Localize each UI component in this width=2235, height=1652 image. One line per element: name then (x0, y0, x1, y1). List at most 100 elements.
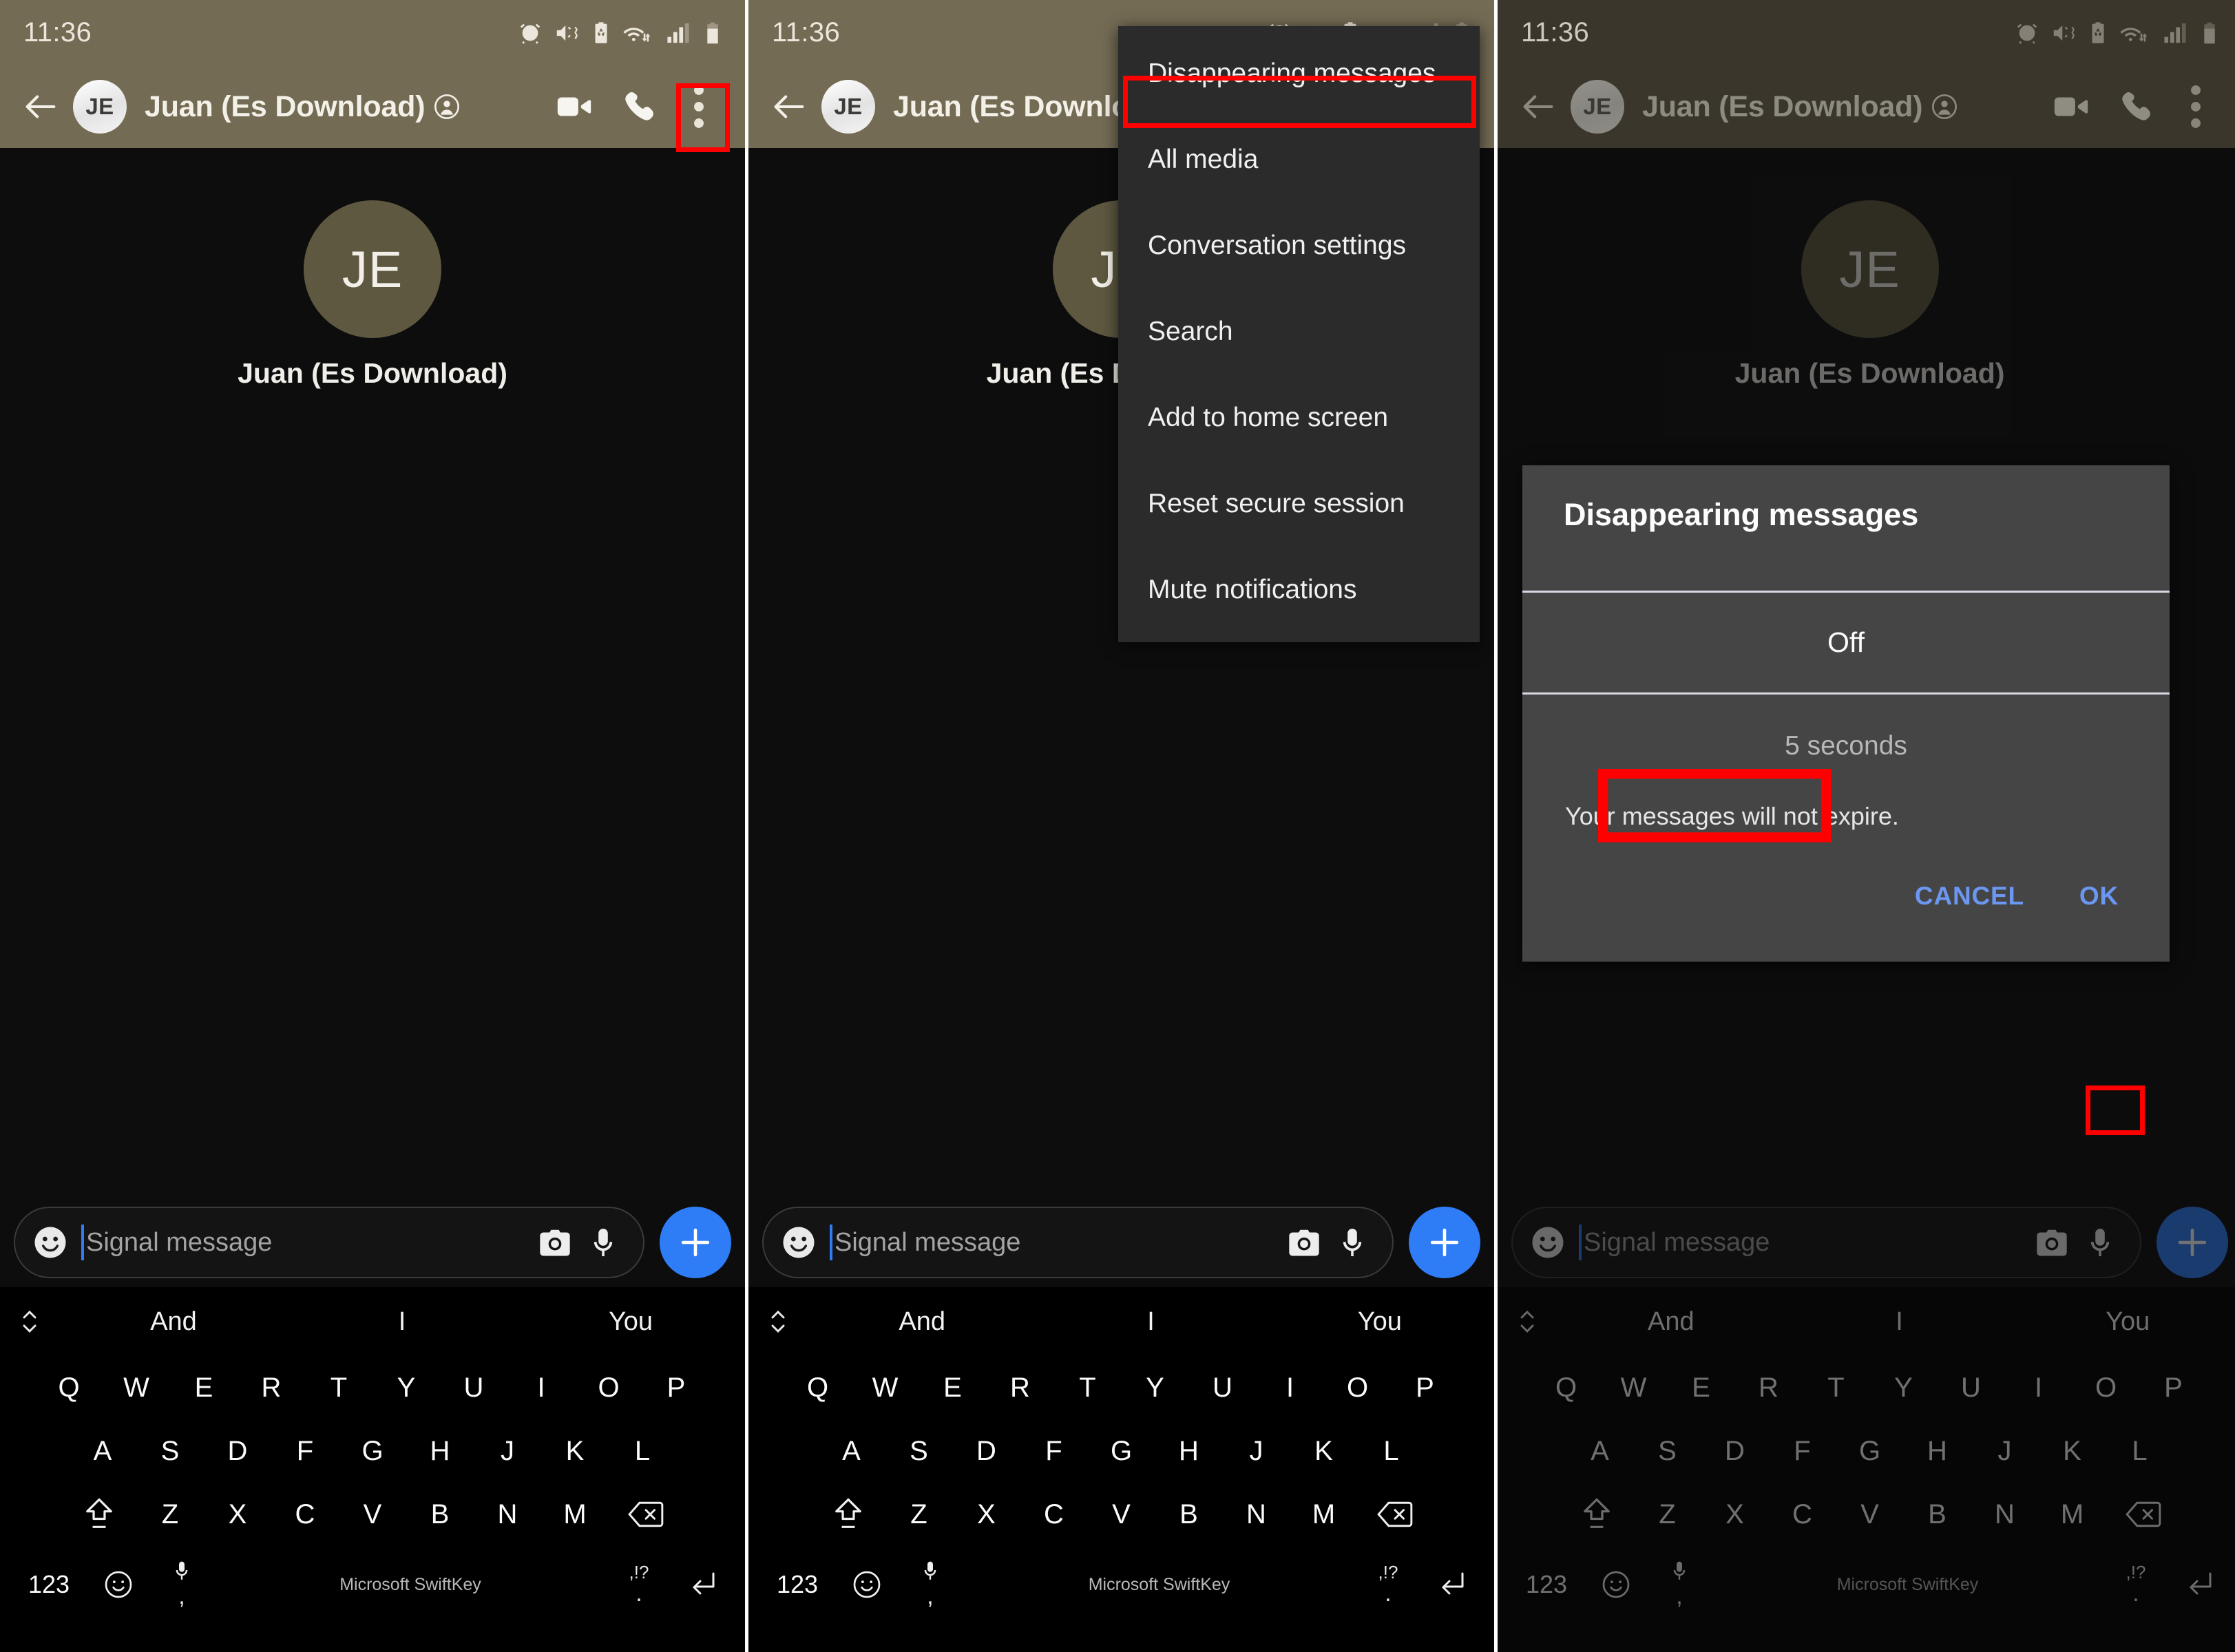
key-y[interactable]: Y (1122, 1373, 1189, 1404)
overflow-menu-icon[interactable] (673, 74, 724, 140)
voice-call-icon[interactable] (2104, 74, 2170, 140)
shift-icon[interactable] (811, 1495, 885, 1534)
suggestion-2[interactable]: You (1266, 1307, 1494, 1337)
key-b[interactable]: B (1155, 1499, 1223, 1530)
camera-icon[interactable] (1283, 1222, 1325, 1263)
key-k[interactable]: K (541, 1436, 609, 1467)
key-e[interactable]: E (170, 1373, 238, 1404)
page-title[interactable]: Juan (Es Download) (1642, 90, 1923, 124)
voice-call-icon[interactable] (607, 74, 673, 140)
key-o[interactable]: O (2073, 1373, 2140, 1404)
emoji-icon[interactable] (30, 1222, 70, 1262)
key-w[interactable]: W (852, 1373, 919, 1404)
punctuation-key[interactable]: ,!? . (607, 1563, 671, 1607)
key-d[interactable]: D (204, 1436, 271, 1467)
key-r[interactable]: R (987, 1373, 1054, 1404)
key-x[interactable]: X (1701, 1499, 1769, 1530)
suggestion-0[interactable]: And (1557, 1307, 1785, 1337)
key-p[interactable]: P (642, 1373, 710, 1404)
key-t[interactable]: T (305, 1373, 373, 1404)
dialog-duration-slider[interactable]: Off (1522, 591, 2170, 695)
avatar[interactable]: JE (1571, 80, 1624, 134)
key-c[interactable]: C (271, 1499, 339, 1530)
key-x[interactable]: X (204, 1499, 271, 1530)
key-g[interactable]: G (339, 1436, 406, 1467)
menu-item-all-media[interactable]: All media (1118, 116, 1480, 202)
key-z[interactable]: Z (136, 1499, 204, 1530)
emoji-key-icon[interactable] (87, 1569, 150, 1600)
dialog-option-5-seconds[interactable]: 5 seconds (1522, 695, 2170, 798)
ok-button[interactable]: OK (2064, 871, 2134, 922)
numeric-key[interactable]: 123 (11, 1570, 87, 1599)
key-q[interactable]: Q (784, 1373, 852, 1404)
enter-icon[interactable] (1420, 1568, 1483, 1601)
suggestion-1[interactable]: I (288, 1307, 516, 1337)
key-r[interactable]: R (238, 1373, 305, 1404)
key-v[interactable]: V (339, 1499, 406, 1530)
key-d[interactable]: D (1701, 1436, 1769, 1467)
key-a[interactable]: A (69, 1436, 136, 1467)
message-input-pill[interactable]: Signal message (762, 1207, 1394, 1278)
suggestion-2[interactable]: You (2013, 1307, 2235, 1337)
key-m[interactable]: M (541, 1499, 609, 1530)
emoji-icon[interactable] (779, 1222, 819, 1262)
message-input-pill[interactable]: Signal message (1511, 1207, 2141, 1278)
key-o[interactable]: O (575, 1373, 642, 1404)
key-b[interactable]: B (1904, 1499, 1971, 1530)
suggestion-1[interactable]: I (1036, 1307, 1265, 1337)
menu-item-search[interactable]: Search (1118, 288, 1480, 374)
key-j[interactable]: J (1971, 1436, 2039, 1467)
key-p[interactable]: P (1392, 1373, 1459, 1404)
key-x[interactable]: X (953, 1499, 1020, 1530)
key-q[interactable]: Q (1533, 1373, 1600, 1404)
key-f[interactable]: F (271, 1436, 339, 1467)
key-p[interactable]: P (2140, 1373, 2207, 1404)
key-s[interactable]: S (136, 1436, 204, 1467)
key-y[interactable]: Y (1870, 1373, 1938, 1404)
space-key[interactable]: Microsoft SwiftKey (1711, 1575, 2104, 1595)
mic-comma-key[interactable]: , (150, 1560, 213, 1609)
key-z[interactable]: Z (885, 1499, 953, 1530)
suggestion-1[interactable]: I (1785, 1307, 2014, 1337)
key-g[interactable]: G (1836, 1436, 1904, 1467)
camera-icon[interactable] (534, 1222, 576, 1263)
emoji-icon[interactable] (1528, 1222, 1568, 1262)
key-u[interactable]: U (1189, 1373, 1257, 1404)
suggestion-0[interactable]: And (808, 1307, 1036, 1337)
video-call-icon[interactable] (2038, 74, 2104, 140)
key-i[interactable]: I (1257, 1373, 1324, 1404)
numeric-key[interactable]: 123 (759, 1570, 835, 1599)
back-arrow-icon[interactable] (1515, 84, 1561, 129)
key-g[interactable]: G (1088, 1436, 1155, 1467)
key-s[interactable]: S (885, 1436, 953, 1467)
mic-comma-key[interactable]: , (899, 1560, 962, 1609)
key-i[interactable]: I (2005, 1373, 2073, 1404)
cancel-button[interactable]: CANCEL (1900, 871, 2039, 922)
overflow-menu-icon[interactable] (2170, 74, 2221, 140)
key-c[interactable]: C (1020, 1499, 1088, 1530)
key-u[interactable]: U (1938, 1373, 2005, 1404)
key-w[interactable]: W (103, 1373, 170, 1404)
backspace-icon[interactable] (1358, 1499, 1432, 1530)
key-t[interactable]: T (1803, 1373, 1870, 1404)
key-y[interactable]: Y (373, 1373, 440, 1404)
key-l[interactable]: L (2106, 1436, 2174, 1467)
key-b[interactable]: B (406, 1499, 474, 1530)
key-n[interactable]: N (1223, 1499, 1290, 1530)
key-n[interactable]: N (1971, 1499, 2039, 1530)
space-key[interactable]: Microsoft SwiftKey (213, 1575, 607, 1595)
key-e[interactable]: E (1668, 1373, 1735, 1404)
key-k[interactable]: K (2039, 1436, 2106, 1467)
conversation-avatar[interactable]: JE (1801, 200, 1939, 338)
expand-suggestions-icon[interactable] (0, 1304, 59, 1339)
key-c[interactable]: C (1769, 1499, 1836, 1530)
avatar[interactable]: JE (821, 80, 875, 134)
key-f[interactable]: F (1020, 1436, 1088, 1467)
microphone-icon[interactable] (2079, 1222, 2121, 1263)
menu-item-add-to-home-screen[interactable]: Add to home screen (1118, 374, 1480, 460)
key-f[interactable]: F (1769, 1436, 1836, 1467)
key-j[interactable]: J (474, 1436, 541, 1467)
key-e[interactable]: E (919, 1373, 987, 1404)
expand-suggestions-icon[interactable] (748, 1304, 808, 1339)
key-h[interactable]: H (1904, 1436, 1971, 1467)
